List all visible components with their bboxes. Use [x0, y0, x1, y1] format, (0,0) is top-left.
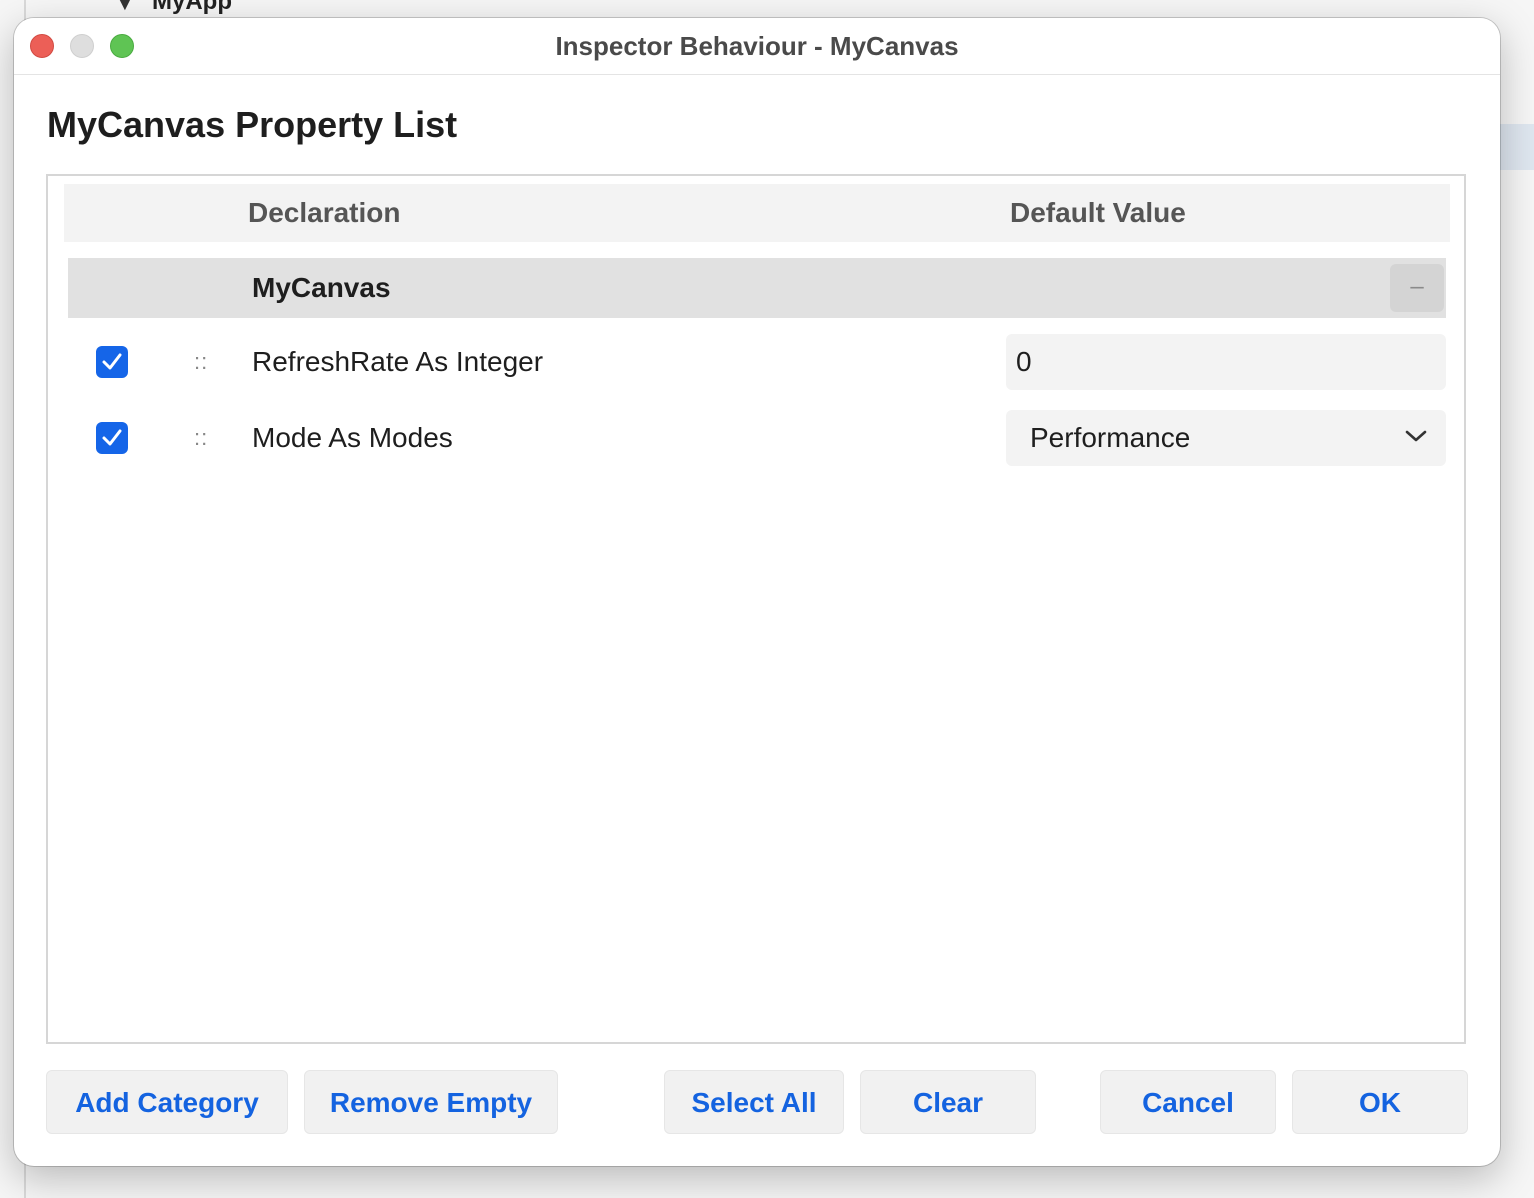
- column-header-declaration: Declaration: [248, 197, 401, 228]
- select-value: Performance: [1030, 422, 1191, 453]
- default-value-select[interactable]: Performance: [1006, 410, 1446, 466]
- clear-button[interactable]: Clear: [860, 1070, 1036, 1134]
- property-declaration[interactable]: RefreshRate As Integer: [252, 334, 543, 390]
- cancel-button[interactable]: Cancel: [1100, 1070, 1276, 1134]
- page-title: MyCanvas Property List: [47, 104, 458, 145]
- category-collapse-button[interactable]: –: [1390, 264, 1444, 312]
- window-title: Inspector Behaviour - MyCanvas: [555, 31, 959, 61]
- remove-empty-button[interactable]: Remove Empty: [304, 1070, 558, 1134]
- background-selection-highlight: [1500, 124, 1534, 170]
- add-category-button[interactable]: Add Category: [46, 1070, 288, 1134]
- table-row: :: RefreshRate As Integer 0: [64, 334, 1450, 390]
- drag-handle-icon[interactable]: ::: [194, 410, 208, 466]
- checkmark-icon: [102, 429, 122, 446]
- property-checkbox[interactable]: [96, 346, 128, 378]
- category-row[interactable]: MyCanvas –: [68, 258, 1446, 318]
- property-checkbox[interactable]: [96, 422, 128, 454]
- ok-button[interactable]: OK: [1292, 1070, 1468, 1134]
- table-row: :: Mode As Modes Performance: [64, 410, 1450, 466]
- select-all-button[interactable]: Select All: [664, 1070, 844, 1134]
- property-declaration[interactable]: Mode As Modes: [252, 410, 453, 466]
- drag-handle-icon[interactable]: ::: [194, 334, 208, 390]
- table-header: Declaration Default Value: [64, 184, 1450, 242]
- title-bar: Inspector Behaviour - MyCanvas: [14, 18, 1500, 75]
- inspector-behaviour-dialog: Inspector Behaviour - MyCanvas MyCanvas …: [14, 18, 1500, 1166]
- chevron-down-icon: [1405, 430, 1427, 442]
- disclosure-triangle-icon[interactable]: ▼: [116, 0, 134, 15]
- background-tree-item[interactable]: MyApp: [152, 0, 232, 16]
- column-header-default-value: Default Value: [1010, 197, 1186, 228]
- checkmark-icon: [102, 353, 122, 370]
- category-name: MyCanvas: [252, 272, 391, 303]
- property-list: Declaration Default Value MyCanvas – :: …: [46, 174, 1466, 1044]
- default-value-field[interactable]: 0: [1006, 334, 1446, 390]
